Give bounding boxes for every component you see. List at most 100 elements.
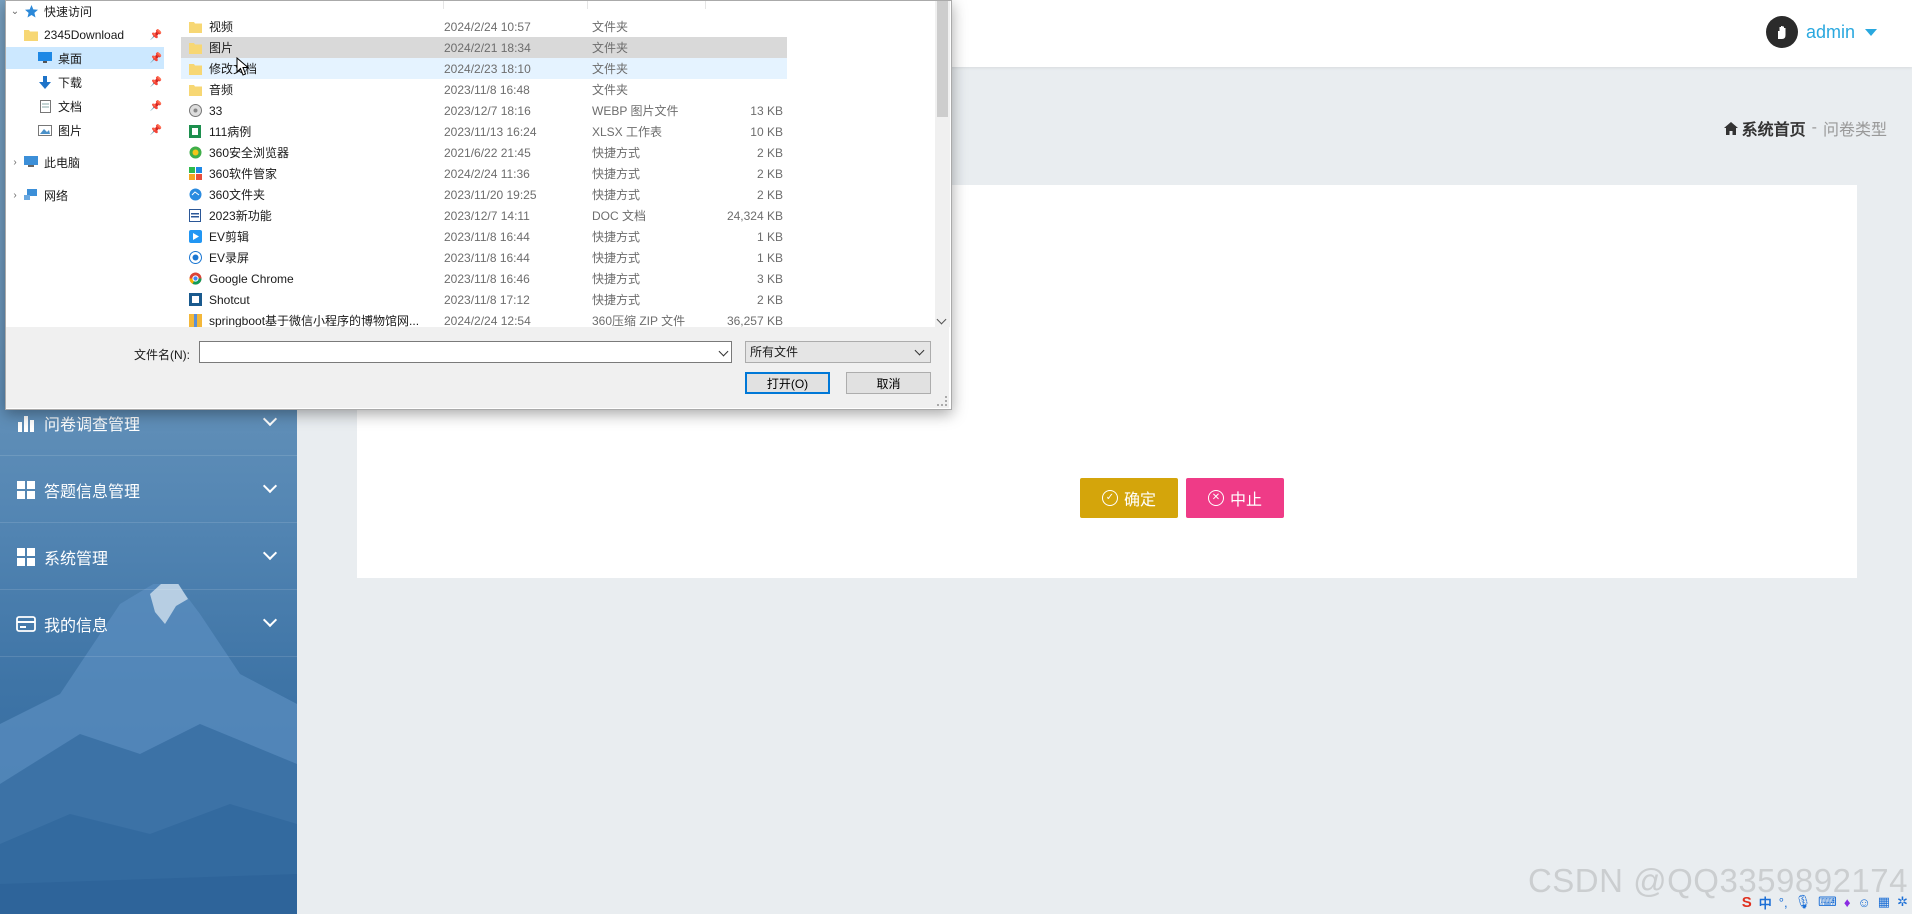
user-menu[interactable]: admin	[1765, 16, 1877, 48]
xlsx-icon	[188, 124, 202, 139]
breadcrumb-home-label[interactable]: 系统首页	[1742, 116, 1806, 140]
file-row[interactable]: 360安全浏览器 2021/6/22 21:45 快捷方式 2 KB	[181, 142, 787, 163]
file-name: 图片	[209, 41, 234, 55]
sidebar-item-my-info[interactable]: 我的信息	[0, 591, 297, 657]
file-row[interactable]: 33 2023/12/7 18:16 WEBP 图片文件 13 KB	[181, 100, 787, 121]
file-date: 2023/12/7 18:16	[444, 103, 531, 118]
nav-this-pc[interactable]: › 此电脑	[10, 151, 80, 173]
sidebar-item-system-manage[interactable]: 系统管理	[0, 524, 297, 590]
settings-icon[interactable]: ✲	[1897, 894, 1908, 910]
chevron-right-icon[interactable]: ›	[10, 190, 20, 201]
scrollbar-thumb[interactable]	[937, 1, 948, 117]
sogou-ime-icon[interactable]: S	[1742, 894, 1752, 911]
chevron-down-icon[interactable]	[914, 345, 925, 356]
file-date: 2024/2/24 12:54	[444, 313, 531, 328]
nav-label: 2345Download	[44, 28, 125, 42]
chevron-right-icon[interactable]: ›	[10, 157, 20, 168]
chevron-down-icon	[262, 478, 278, 494]
ime-mode-label[interactable]: 中	[1759, 893, 1772, 912]
file-row[interactable]: 音频 2023/11/8 16:48 文件夹	[181, 79, 787, 100]
nav-downloads[interactable]: 下载 📌	[38, 71, 164, 93]
cancel-button[interactable]: 取消	[846, 372, 931, 394]
open-button[interactable]: 打开(O)	[745, 372, 830, 394]
resize-grip[interactable]	[937, 396, 947, 406]
chevron-down-icon[interactable]	[718, 346, 729, 357]
nav-quick-access[interactable]: ⌄ 快速访问	[10, 0, 92, 22]
nav-label: 下载	[58, 75, 83, 90]
file-type: WEBP 图片文件	[592, 104, 679, 118]
file-size: 2 KB	[756, 145, 783, 160]
home-icon	[1723, 121, 1738, 135]
file-name: Shotcut	[209, 292, 250, 307]
avatar[interactable]	[1765, 16, 1798, 48]
nav-documents[interactable]: 文档 📌	[38, 95, 164, 117]
file-date: 2023/11/8 17:12	[444, 292, 530, 307]
browser360-icon	[188, 145, 202, 160]
caret-down-icon[interactable]	[1865, 28, 1877, 36]
file-size: 2 KB	[756, 187, 783, 202]
shirt-icon[interactable]: ♦	[1844, 895, 1851, 910]
file-row[interactable]: 111病例 2023/11/13 16:24 XLSX 工作表 10 KB	[181, 121, 787, 142]
emoji-icon[interactable]: ☺	[1858, 895, 1871, 910]
confirm-button[interactable]: ✓ 确定	[1080, 478, 1178, 518]
nav-pictures[interactable]: 图片 📌	[38, 119, 164, 141]
nav-2345download[interactable]: 2345Download 📌	[24, 24, 164, 46]
file-date: 2023/11/8 16:44	[444, 229, 530, 244]
file-row[interactable]: 视频 2024/2/24 10:57 文件夹	[181, 16, 787, 37]
close-circle-icon: ✕	[1207, 490, 1224, 506]
file-size: 1 KB	[756, 229, 783, 244]
file-row[interactable]: 2023新功能 2023/12/7 14:11 DOC 文档 24,324 KB	[181, 205, 787, 226]
folder-icon	[24, 28, 38, 42]
nav-desktop[interactable]: 桌面 📌	[6, 47, 164, 69]
sidebar-item-label: 问卷调查管理	[44, 416, 141, 434]
doc-icon	[188, 208, 202, 223]
file-name: 360文件夹	[209, 188, 266, 202]
microphone-icon[interactable]: 🎙	[1795, 894, 1812, 910]
file-row[interactable]: EV录屏 2023/11/8 16:44 快捷方式 1 KB	[181, 247, 787, 268]
file-row[interactable]: Google Chrome 2023/11/8 16:46 快捷方式 3 KB	[181, 268, 787, 289]
vertical-scrollbar[interactable]	[935, 1, 950, 327]
file-size: 3 KB	[756, 271, 783, 286]
shotcut-icon	[188, 292, 202, 307]
file-date: 2024/2/23 18:10	[444, 61, 531, 76]
nav-label: 网络	[44, 188, 69, 203]
folder-icon	[188, 61, 202, 76]
filename-input[interactable]	[199, 341, 732, 363]
column-divider[interactable]	[443, 1, 444, 9]
breadcrumb: 系统首页 - 问卷类型	[1723, 116, 1887, 140]
file-type: 快捷方式	[592, 188, 641, 202]
file-row[interactable]: 360文件夹 2023/11/20 19:25 快捷方式 2 KB	[181, 184, 787, 205]
file-date: 2023/12/7 14:11	[444, 208, 530, 223]
webp-icon	[188, 103, 202, 118]
breadcrumb-home[interactable]: 系统首页	[1723, 116, 1806, 140]
file-row[interactable]: EV剪辑 2023/11/8 16:44 快捷方式 1 KB	[181, 226, 787, 247]
filetype-select[interactable]: 所有文件	[745, 341, 931, 363]
apps-icon[interactable]: ▦	[1878, 894, 1890, 910]
softmgr-icon	[188, 166, 202, 181]
sidebar-item-answer-manage[interactable]: 答题信息管理	[0, 457, 297, 523]
confirm-button-label: 确定	[1123, 492, 1156, 509]
file-row[interactable]: Shotcut 2023/11/8 17:12 快捷方式 2 KB	[181, 289, 787, 310]
file-name: 音频	[209, 83, 234, 97]
nav-label: 此电脑	[44, 155, 81, 170]
punctuation-label[interactable]: °,	[1779, 895, 1788, 910]
computer-icon	[24, 155, 38, 169]
folder360-icon	[188, 187, 202, 202]
chevron-down-icon[interactable]: ⌄	[10, 6, 20, 17]
nav-network[interactable]: › 网络	[10, 184, 68, 206]
column-divider[interactable]	[587, 1, 588, 9]
file-row[interactable]: 360软件管家 2024/2/24 11:36 快捷方式 2 KB	[181, 163, 787, 184]
column-divider[interactable]	[705, 1, 706, 9]
file-row[interactable]: 修改文档 2024/2/23 18:10 文件夹	[181, 58, 787, 79]
chevron-down-icon	[262, 545, 278, 561]
username-label[interactable]: admin	[1806, 22, 1855, 43]
file-row[interactable]: 图片 2024/2/21 18:34 文件夹	[181, 37, 787, 58]
file-date: 2023/11/8 16:44	[444, 250, 530, 265]
file-name: 33	[209, 103, 223, 118]
stop-button[interactable]: ✕ 中止	[1186, 478, 1284, 518]
scroll-down-arrow-icon[interactable]	[936, 314, 947, 325]
pin-icon: 📌	[149, 124, 162, 136]
keyboard-icon[interactable]: ⌨	[1818, 894, 1837, 910]
file-type: 文件夹	[592, 62, 629, 76]
file-name: EV剪辑	[209, 230, 250, 244]
